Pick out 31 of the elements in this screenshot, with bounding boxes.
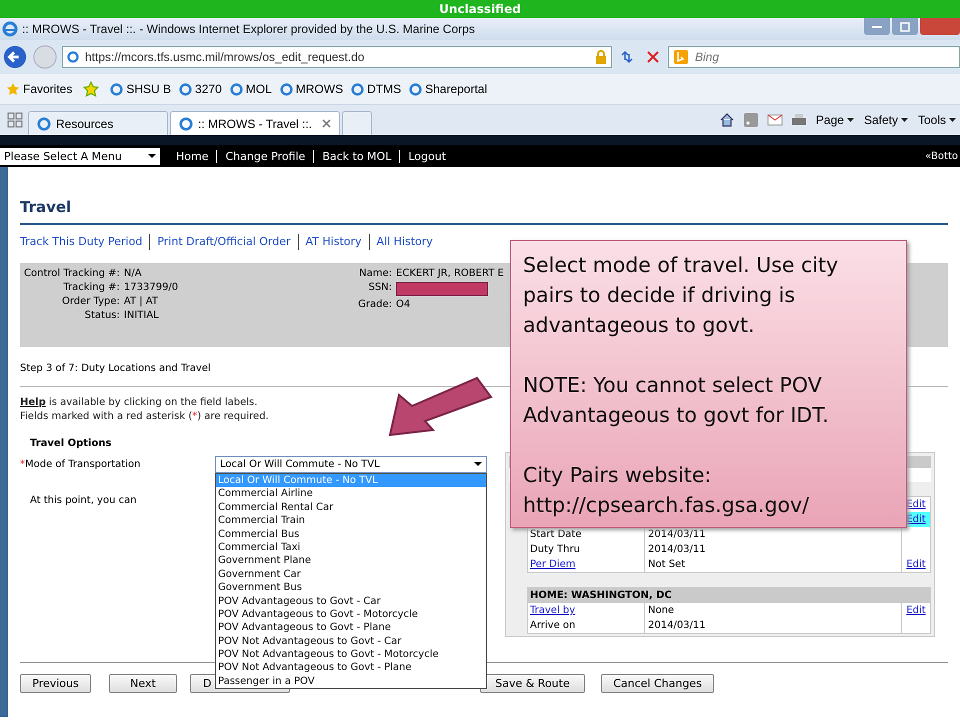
field-value: N/A [124,268,143,279]
row-value: 2014/03/11 [648,620,706,631]
classification-banner: Unclassified [0,0,960,18]
callout-text: Select mode of travel. Use city pairs to decide if driving is advantageous to govt. [523,252,840,339]
window-title: :: MROWS - Travel ::. - Windows Internet Explorer provided by the U.S. Marine Corps [22,22,475,36]
field-value: 1733799/0 [124,282,178,293]
field-label: Order Type: [60,296,120,307]
field-value: ECKERT JR, ROBERT E [396,268,504,279]
row-value: None [648,605,674,616]
row-value: Not Set [648,559,686,570]
help-text: Help is available by clicking on the field labels. [20,397,258,408]
required-note: Fields marked with a red asterisk (*) are required. [20,411,269,422]
row-label: Arrive on [530,620,576,631]
row-label: Start Date [530,529,582,540]
field-value: O4 [396,299,412,310]
field-label: Status: [84,310,120,321]
field-label: Control Tracking #: [24,268,120,279]
page-heading: Travel [20,197,948,225]
instruction-text: At this point, you can [30,495,137,506]
row-value: 2014/03/11 [648,529,706,540]
field-value: INITIAL [124,310,160,321]
field-label: Name: [358,268,392,279]
section-title: Travel Options [30,438,112,449]
field-label: Grade: [358,299,392,310]
section-header: HOME: WASHINGTON, DC [528,588,930,603]
callout-text: City Pairs website: http://cpsearch.fas.gsa.gov/ [523,462,810,519]
row-value: 2014/03/11 [648,544,706,555]
field-label: Tracking #: [62,282,120,293]
field-value: AT | AT [124,296,159,307]
row-label: Duty Thru [530,544,580,555]
field-label: SSN: [367,282,392,295]
